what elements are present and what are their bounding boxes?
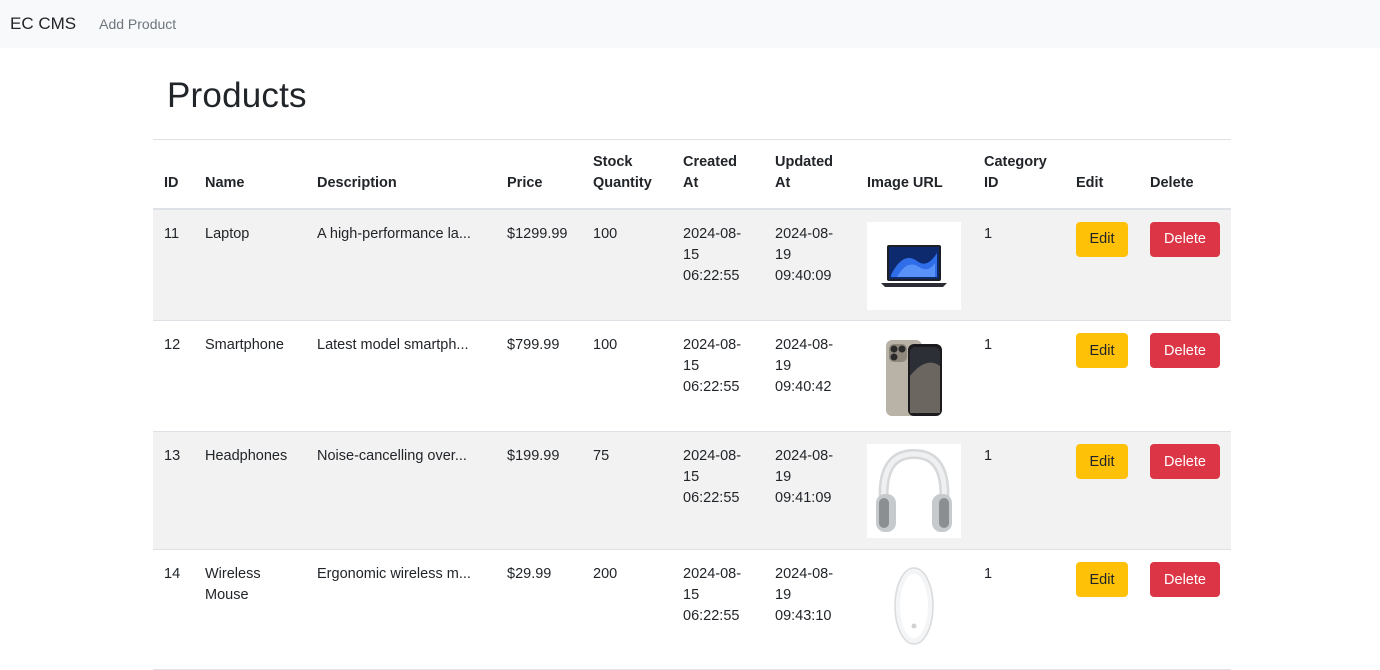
cell-name: Laptop (205, 225, 250, 242)
header-description: Description (306, 139, 496, 210)
cell-delete: Delete (1139, 209, 1231, 321)
cell-category: 1 (984, 448, 993, 464)
cell-updated: 2024-08-19 09:43:10 (775, 566, 834, 624)
cell-edit: Edit (1065, 550, 1139, 670)
cell-name: Smartphone (205, 337, 284, 353)
cell-stock: 100 (593, 225, 618, 242)
cell-category: 1 (984, 225, 993, 242)
delete-button[interactable]: Delete (1150, 444, 1220, 479)
cell-created: 2024-08-15 06:22:55 (683, 566, 742, 624)
cell-delete: Delete (1139, 550, 1231, 670)
header-delete: Delete (1139, 139, 1231, 210)
cell-price: $199.99 (507, 448, 560, 464)
smartphone-image (867, 333, 961, 421)
cell-updated: 2024-08-19 09:40:09 (775, 225, 834, 284)
header-image: Image URL (856, 139, 973, 210)
cell-name: Wireless Mouse (205, 566, 261, 603)
edit-button[interactable]: Edit (1076, 444, 1128, 479)
header-category: Category ID (973, 139, 1065, 210)
header-name: Name (194, 139, 306, 210)
cell-delete: Delete (1139, 321, 1231, 432)
cell-category: 1 (984, 337, 993, 353)
laptop-image (867, 221, 961, 310)
cell-name: Headphones (205, 448, 288, 464)
cell-updated: 2024-08-19 09:41:09 (775, 448, 834, 506)
cell-description: Ergonomic wireless m... (317, 566, 471, 582)
add-product-link[interactable]: Add Product (99, 16, 176, 32)
cell-category: 1 (984, 566, 993, 582)
cell-stock: 200 (593, 566, 618, 582)
navbar: EC CMS Add Product (0, 0, 1380, 48)
cell-stock: 100 (593, 337, 618, 353)
table-row: 11 Laptop A high-performance la... $1299… (153, 208, 1231, 321)
cell-updated: 2024-08-19 09:40:42 (775, 337, 834, 395)
header-price: Price (496, 139, 582, 210)
table-row: 12 Smartphone Latest model smartph... $7… (153, 321, 1231, 432)
products-table: ID Name Description Price Stock Quantity… (153, 139, 1231, 670)
header-edit: Edit (1065, 139, 1139, 210)
delete-button[interactable]: Delete (1150, 562, 1220, 597)
page-title: Products (167, 76, 307, 115)
cell-edit: Edit (1065, 321, 1139, 432)
cell-image (856, 432, 973, 550)
cell-price: $1299.99 (507, 225, 568, 242)
edit-button[interactable]: Edit (1076, 221, 1128, 257)
cell-created: 2024-08-15 06:22:55 (683, 225, 742, 284)
delete-button[interactable]: Delete (1150, 221, 1220, 257)
cell-edit: Edit (1065, 432, 1139, 550)
header-stock: Stock Quantity (582, 139, 672, 210)
header-id: ID (153, 139, 194, 210)
delete-button[interactable]: Delete (1150, 333, 1220, 368)
table-row: 13 Headphones Noise-cancelling over... $… (153, 431, 1231, 550)
cell-description: A high-performance la... (317, 225, 471, 242)
cell-description: Noise-cancelling over... (317, 448, 467, 464)
cell-price: $29.99 (507, 566, 552, 582)
cell-created: 2024-08-15 06:22:55 (683, 337, 742, 395)
cell-delete: Delete (1139, 432, 1231, 550)
mouse-image (867, 562, 961, 650)
cell-image (856, 321, 973, 432)
table-header-row: ID Name Description Price Stock Quantity… (153, 139, 1231, 210)
cell-id: 12 (164, 337, 181, 353)
cell-id: 11 (164, 225, 180, 242)
cell-price: $799.99 (507, 337, 560, 353)
cell-id: 13 (164, 448, 181, 464)
edit-button[interactable]: Edit (1076, 562, 1128, 597)
header-created: Created At (672, 139, 764, 210)
cell-image (856, 550, 973, 670)
cell-stock: 75 (593, 448, 610, 464)
table-row: 14 Wireless Mouse Ergonomic wireless m..… (153, 550, 1231, 670)
cell-description: Latest model smartph... (317, 337, 469, 353)
cell-image (856, 209, 973, 321)
cell-edit: Edit (1065, 209, 1139, 321)
brand-link[interactable]: EC CMS (10, 14, 76, 34)
edit-button[interactable]: Edit (1076, 333, 1128, 368)
cell-id: 14 (164, 566, 181, 582)
cell-created: 2024-08-15 06:22:55 (683, 448, 742, 506)
header-updated: Updated At (764, 139, 856, 210)
headphones-image (867, 444, 961, 538)
